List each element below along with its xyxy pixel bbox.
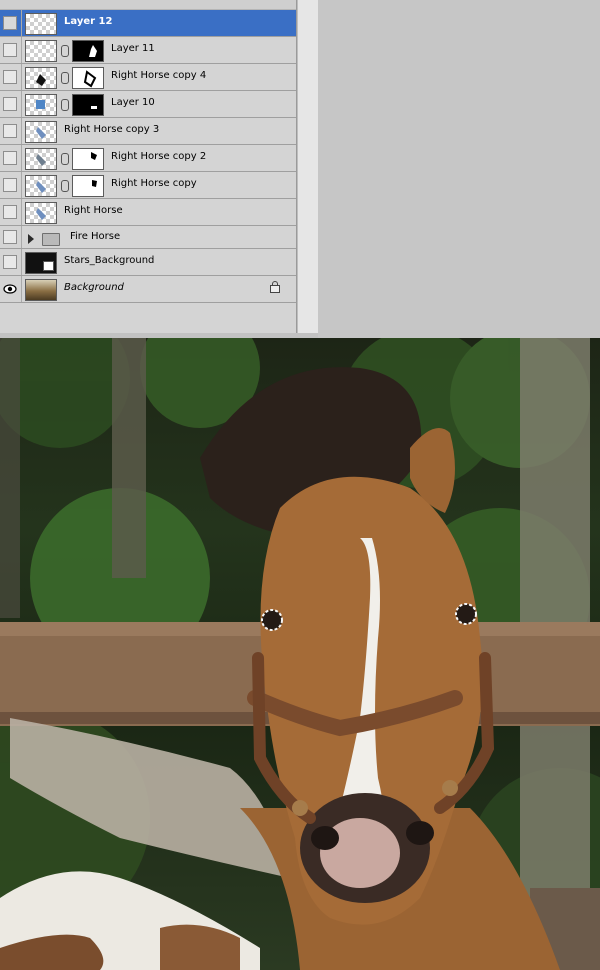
visibility-box — [3, 151, 17, 165]
visibility-toggle[interactable] — [0, 172, 22, 198]
horse-photo — [0, 338, 600, 970]
visibility-toggle[interactable] — [0, 37, 22, 63]
thumb-shape-icon — [36, 208, 46, 220]
layer-label: Right Horse copy — [111, 178, 197, 189]
visibility-toggle[interactable] — [0, 276, 22, 302]
thumb-shape-icon — [36, 154, 46, 166]
visibility-toggle[interactable] — [0, 118, 22, 144]
layer-label: Right Horse copy 2 — [111, 151, 207, 162]
layer-row-right-horse[interactable]: Right Horse — [0, 199, 296, 226]
visibility-toggle[interactable] — [0, 199, 22, 225]
layers-list[interactable]: Layer 12 Layer 11 Right Horse copy 4 Lay… — [0, 0, 297, 333]
layer-row-right-horse-copy-2[interactable]: Right Horse copy 2 — [0, 145, 296, 172]
layer-thumbnail — [25, 13, 57, 35]
mask-shape-icon — [91, 152, 97, 160]
layer-mask-thumbnail[interactable] — [72, 40, 104, 62]
layer-group-fire-horse[interactable]: Fire Horse — [0, 226, 296, 249]
layer-row-right-horse-copy-4[interactable]: Right Horse copy 4 — [0, 64, 296, 91]
link-icon[interactable] — [61, 72, 69, 84]
link-icon[interactable] — [61, 180, 69, 192]
visibility-box — [3, 124, 17, 138]
link-icon[interactable] — [61, 45, 69, 57]
visibility-toggle[interactable] — [0, 10, 22, 36]
canvas-background — [318, 0, 600, 338]
layer-row-right-horse-copy[interactable]: Right Horse copy — [0, 172, 296, 199]
layer-mask-thumbnail[interactable] — [72, 67, 104, 89]
layer-thumbnail — [25, 121, 57, 143]
visibility-box — [3, 230, 17, 244]
folder-icon — [42, 233, 60, 246]
visibility-toggle[interactable] — [0, 64, 22, 90]
layer-thumbnail — [25, 252, 57, 274]
layer-mask-thumbnail[interactable] — [72, 94, 104, 116]
layer-thumbnail — [25, 94, 57, 116]
layer-row-layer-10[interactable]: Layer 10 — [0, 91, 296, 118]
layer-label: Background — [64, 282, 124, 293]
expand-triangle-icon[interactable] — [28, 234, 34, 244]
layer-label: Stars_Background — [64, 255, 155, 266]
mask-shape-icon — [91, 106, 97, 109]
visibility-toggle[interactable] — [0, 226, 22, 248]
layers-scrollbar[interactable] — [297, 0, 318, 333]
visibility-toggle[interactable] — [0, 91, 22, 117]
visibility-toggle[interactable] — [0, 249, 22, 275]
mask-shape-icon — [83, 70, 97, 88]
layers-panel: Layer 12 Layer 11 Right Horse copy 4 Lay… — [0, 0, 318, 338]
link-icon[interactable] — [61, 153, 69, 165]
layer-mask-thumbnail[interactable] — [72, 148, 104, 170]
mask-shape-icon — [89, 45, 97, 57]
layer-label: Right Horse copy 3 — [64, 124, 160, 135]
layer-row-stars-background[interactable]: Stars_Background — [0, 249, 296, 276]
smart-object-icon — [43, 261, 54, 271]
layer-mask-thumbnail[interactable] — [72, 175, 104, 197]
layer-row-layer-12[interactable]: Layer 12 — [0, 10, 296, 37]
layer-row-right-horse-copy-3[interactable]: Right Horse copy 3 — [0, 118, 296, 145]
visibility-box — [3, 43, 17, 57]
layer-thumbnail — [25, 67, 57, 89]
panel-top-bar — [0, 0, 296, 10]
layer-label: Layer 12 — [64, 16, 113, 27]
visibility-box — [3, 205, 17, 219]
layer-thumbnail — [25, 40, 57, 62]
lock-icon — [270, 281, 280, 293]
layer-label: Layer 10 — [111, 97, 155, 108]
visibility-box — [3, 16, 17, 30]
layer-thumbnail — [25, 148, 57, 170]
layer-label: Right Horse — [64, 205, 123, 216]
thumb-fill — [36, 100, 45, 109]
link-icon[interactable] — [61, 99, 69, 111]
thumb-shape-icon — [36, 127, 46, 139]
layer-label: Layer 11 — [111, 43, 155, 54]
visibility-box — [3, 178, 17, 192]
layer-label: Right Horse copy 4 — [111, 70, 207, 81]
thumb-shape-icon — [36, 74, 46, 86]
layer-thumbnail — [25, 279, 57, 301]
layer-row-layer-11[interactable]: Layer 11 — [0, 37, 296, 64]
visibility-toggle[interactable] — [0, 145, 22, 171]
visibility-box — [3, 97, 17, 111]
layer-thumbnail — [25, 202, 57, 224]
eye-icon — [3, 284, 17, 294]
visibility-box — [3, 70, 17, 84]
group-label: Fire Horse — [70, 231, 121, 242]
thumb-shape-icon — [36, 181, 46, 193]
mask-shape-icon — [92, 180, 97, 187]
visibility-box — [3, 255, 17, 269]
layer-row-background[interactable]: Background — [0, 276, 296, 303]
horse-photo-illustration — [0, 338, 600, 970]
layer-thumbnail — [25, 175, 57, 197]
